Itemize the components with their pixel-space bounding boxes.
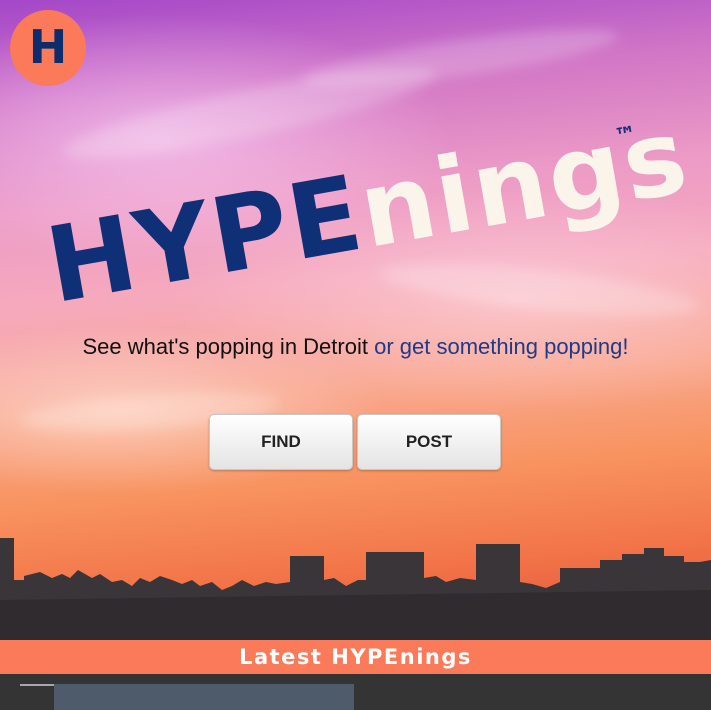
latest-hypenings-title: Latest HYPEnings xyxy=(239,645,472,669)
landing-page: H HYPEnings ™ See what's popping in Detr… xyxy=(0,0,711,710)
latest-hypenings-header: Latest HYPEnings xyxy=(0,640,711,674)
event-preview-card[interactable] xyxy=(54,684,354,710)
trademark-symbol: ™ xyxy=(612,122,639,151)
wordmark-nings: nings xyxy=(350,94,698,272)
cloud-wisp xyxy=(299,17,621,99)
wordmark-hype: HYPE xyxy=(38,151,373,328)
post-event-link[interactable]: or get something popping! xyxy=(374,334,628,359)
logo-letter: H xyxy=(28,20,68,74)
tagline: See what's popping in Detroit or get som… xyxy=(0,334,711,360)
post-button[interactable]: POST xyxy=(357,414,501,470)
action-buttons: FIND POST xyxy=(209,414,501,470)
tagline-text: See what's popping in Detroit xyxy=(82,334,375,359)
find-button[interactable]: FIND xyxy=(209,414,353,470)
logo-badge[interactable]: H xyxy=(10,10,86,86)
city-skyline xyxy=(0,538,711,640)
